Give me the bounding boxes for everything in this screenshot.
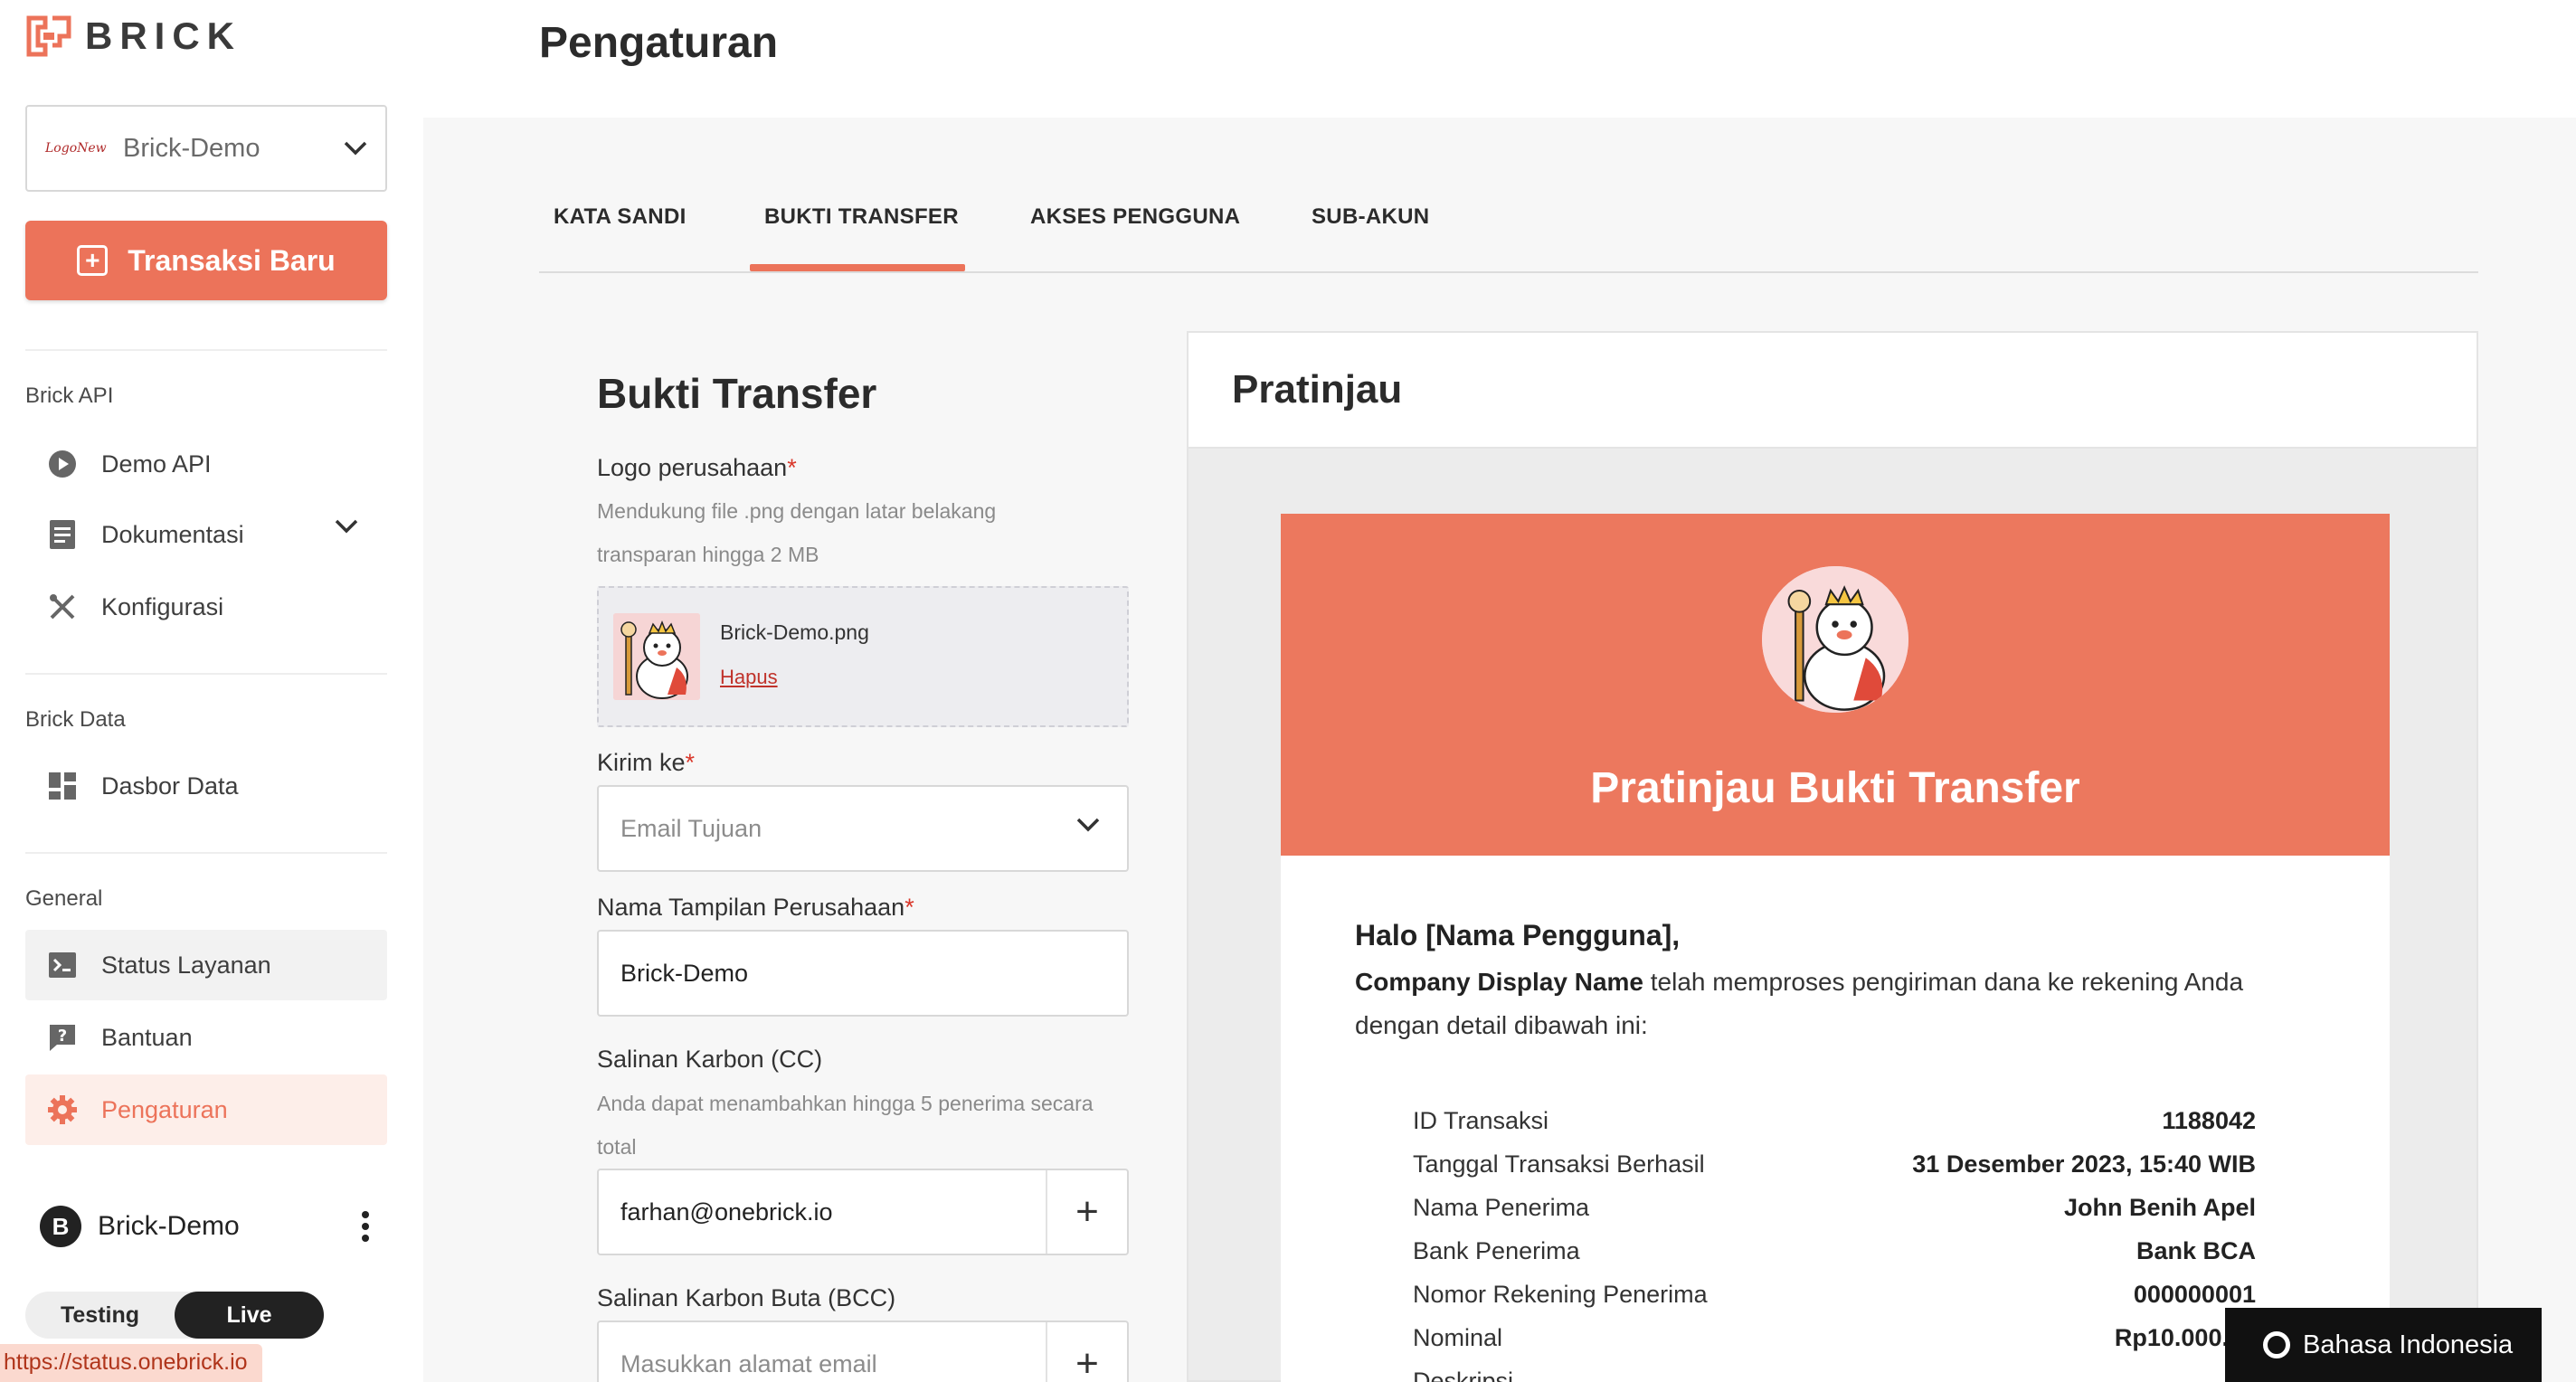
chevron-down-icon xyxy=(1076,818,1100,832)
display-name-label: Nama Tampilan Perusahaan* xyxy=(597,894,914,921)
user-name: Brick-Demo xyxy=(98,1211,240,1241)
document-icon xyxy=(47,519,78,550)
preview-panel: Pratinjau Pratinjau Bukti Transfer Halo … xyxy=(1187,331,2478,1382)
new-transaction-button[interactable]: + Transaksi Baru xyxy=(25,221,387,300)
remove-file-link[interactable]: Hapus xyxy=(720,666,778,689)
display-name-field[interactable]: Brick-Demo xyxy=(597,930,1129,1017)
add-cc-button[interactable]: + xyxy=(1046,1170,1127,1254)
detail-row-recipient-bank: Bank Penerima Bank BCA xyxy=(1413,1237,2256,1264)
display-name-value: Brick-Demo xyxy=(620,959,749,987)
detail-row-account-number: Nomor Rekening Penerima 000000001 xyxy=(1413,1281,2256,1308)
env-testing-option[interactable]: Testing xyxy=(25,1292,175,1339)
detail-row-transaction-date: Tanggal Transaksi Berhasil 31 Desember 20… xyxy=(1413,1150,2256,1178)
section-label-general: General xyxy=(25,886,103,911)
logo-label: Logo perusahaan* xyxy=(597,454,797,481)
sidebar-item-label: Konfigurasi xyxy=(101,592,224,620)
sidebar-item-label: Pengaturan xyxy=(101,1095,228,1123)
brand-logo[interactable]: BRICK xyxy=(25,14,242,58)
chevron-down-icon xyxy=(335,519,358,534)
section-label-brick-data: Brick Data xyxy=(25,707,126,732)
play-circle-icon xyxy=(47,449,78,479)
sidebar-item-label: Status Layanan xyxy=(101,951,271,979)
send-to-label: Kirim ke* xyxy=(597,749,696,776)
detail-row-recipient-name: Nama Penerima John Benih Apel xyxy=(1413,1194,2256,1221)
logo-upload-box[interactable]: Brick-Demo.png Hapus xyxy=(597,586,1129,727)
send-to-placeholder: Email Tujuan xyxy=(620,814,762,842)
preview-title: Pratinjau xyxy=(1232,367,1403,412)
email-banner: Pratinjau Bukti Transfer xyxy=(1281,514,2390,856)
divider xyxy=(25,852,387,854)
email-banner-title: Pratinjau Bukti Transfer xyxy=(1590,764,2080,812)
more-options-icon[interactable] xyxy=(356,1211,374,1242)
sidebar: BRICK LogoNew Brick-Demo + Transaksi Bar… xyxy=(0,0,423,1382)
avatar: B xyxy=(40,1206,81,1247)
sidebar-item-label: Bantuan xyxy=(101,1023,193,1051)
brick-logo-icon xyxy=(26,15,71,57)
divider xyxy=(25,673,387,675)
add-bcc-button[interactable]: + xyxy=(1046,1322,1127,1382)
email-preview: Pratinjau Bukti Transfer Halo [Nama Peng… xyxy=(1281,514,2390,1382)
bcc-placeholder: Masukkan alamat email xyxy=(620,1349,877,1377)
logo-thumbnail xyxy=(613,613,700,700)
detail-row-amount: Nominal Rp10.000.00 xyxy=(1413,1324,2256,1351)
preview-header: Pratinjau xyxy=(1189,333,2477,449)
language-selector-button[interactable]: Bahasa Indonesia xyxy=(2225,1308,2542,1382)
form-title: Bukti Transfer xyxy=(597,370,877,417)
sidebar-item-dasbor-data[interactable]: Dasbor Data xyxy=(25,751,387,821)
tab-akses-pengguna[interactable]: AKSES PENGGUNA xyxy=(1030,204,1240,230)
email-greeting: Halo [Nama Pengguna], xyxy=(1355,919,1681,951)
sidebar-item-pengaturan[interactable]: Pengaturan xyxy=(25,1074,387,1145)
account-name: Brick-Demo xyxy=(123,133,260,163)
new-transaction-label: Transaksi Baru xyxy=(128,243,336,277)
email-intro: Company Display Name telah memproses pen… xyxy=(1355,968,2244,1039)
plus-square-icon: + xyxy=(77,245,109,276)
sidebar-item-demo-api[interactable]: Demo API xyxy=(25,429,387,499)
terminal-icon xyxy=(47,950,78,980)
sidebar-item-label: Demo API xyxy=(101,450,212,478)
account-selector[interactable]: LogoNew Brick-Demo xyxy=(25,105,387,192)
status-link-tooltip: https://status.onebrick.io xyxy=(0,1344,262,1382)
company-logo-image xyxy=(1762,566,1908,713)
cc-label: Salinan Karbon (CC) xyxy=(597,1046,823,1073)
language-label: Bahasa Indonesia xyxy=(2303,1330,2514,1359)
brand-name: BRICK xyxy=(85,14,242,57)
send-to-select[interactable]: Email Tujuan xyxy=(597,785,1129,872)
bcc-email-field[interactable]: Masukkan alamat email + xyxy=(597,1320,1129,1382)
bcc-label: Salinan Karbon Buta (BCC) xyxy=(597,1284,896,1311)
sidebar-item-dokumentasi[interactable]: Dokumentasi xyxy=(25,499,387,570)
svg-text:?: ? xyxy=(58,1027,67,1046)
logo-hint: Mendukung file .png dengan latar belakan… xyxy=(597,499,997,566)
mascot-icon xyxy=(613,613,700,700)
active-tab-indicator xyxy=(750,264,965,271)
section-label-brick-api: Brick API xyxy=(25,383,114,408)
detail-row-description: DeskripsiC xyxy=(1413,1368,2256,1382)
tools-icon xyxy=(47,592,78,622)
page-title: Pengaturan xyxy=(539,19,779,67)
tab-bukti-transfer[interactable]: BUKTI TRANSFER xyxy=(764,204,959,230)
env-live-option[interactable]: Live xyxy=(175,1292,324,1339)
tab-sub-akun[interactable]: SUB-AKUN xyxy=(1312,204,1429,230)
cc-email-value: farhan@onebrick.io xyxy=(620,1197,833,1226)
cc-email-field[interactable]: farhan@onebrick.io + xyxy=(597,1169,1129,1255)
environment-toggle[interactable]: Testing Live xyxy=(25,1292,324,1339)
globe-icon xyxy=(2263,1331,2290,1358)
gear-icon xyxy=(47,1094,78,1125)
detail-row-transaction-id: ID Transaksi 1188042 xyxy=(1413,1107,2256,1134)
sidebar-item-bantuan[interactable]: ? Bantuan xyxy=(25,1002,387,1073)
sidebar-item-konfigurasi[interactable]: Konfigurasi xyxy=(25,572,387,642)
uploaded-file-name: Brick-Demo.png xyxy=(720,620,869,644)
cc-hint: Anda dapat menambahkan hingga 5 penerima… xyxy=(597,1092,1094,1159)
chevron-down-icon xyxy=(344,141,367,156)
mascot-icon xyxy=(1762,566,1908,713)
sidebar-item-label: Dokumentasi xyxy=(101,520,244,548)
tab-kata-sandi[interactable]: KATA SANDI xyxy=(554,204,687,230)
divider xyxy=(25,349,387,351)
account-logo: LogoNew xyxy=(45,141,107,156)
help-icon: ? xyxy=(47,1022,78,1053)
settings-tabs: KATA SANDI BUKTI TRANSFER AKSES PENGGUNA… xyxy=(539,194,2478,273)
user-profile[interactable]: B Brick-Demo xyxy=(40,1205,374,1248)
sidebar-item-status-layanan[interactable]: Status Layanan xyxy=(25,930,387,1000)
dashboard-icon xyxy=(47,771,78,801)
sidebar-item-label: Dasbor Data xyxy=(101,771,239,800)
